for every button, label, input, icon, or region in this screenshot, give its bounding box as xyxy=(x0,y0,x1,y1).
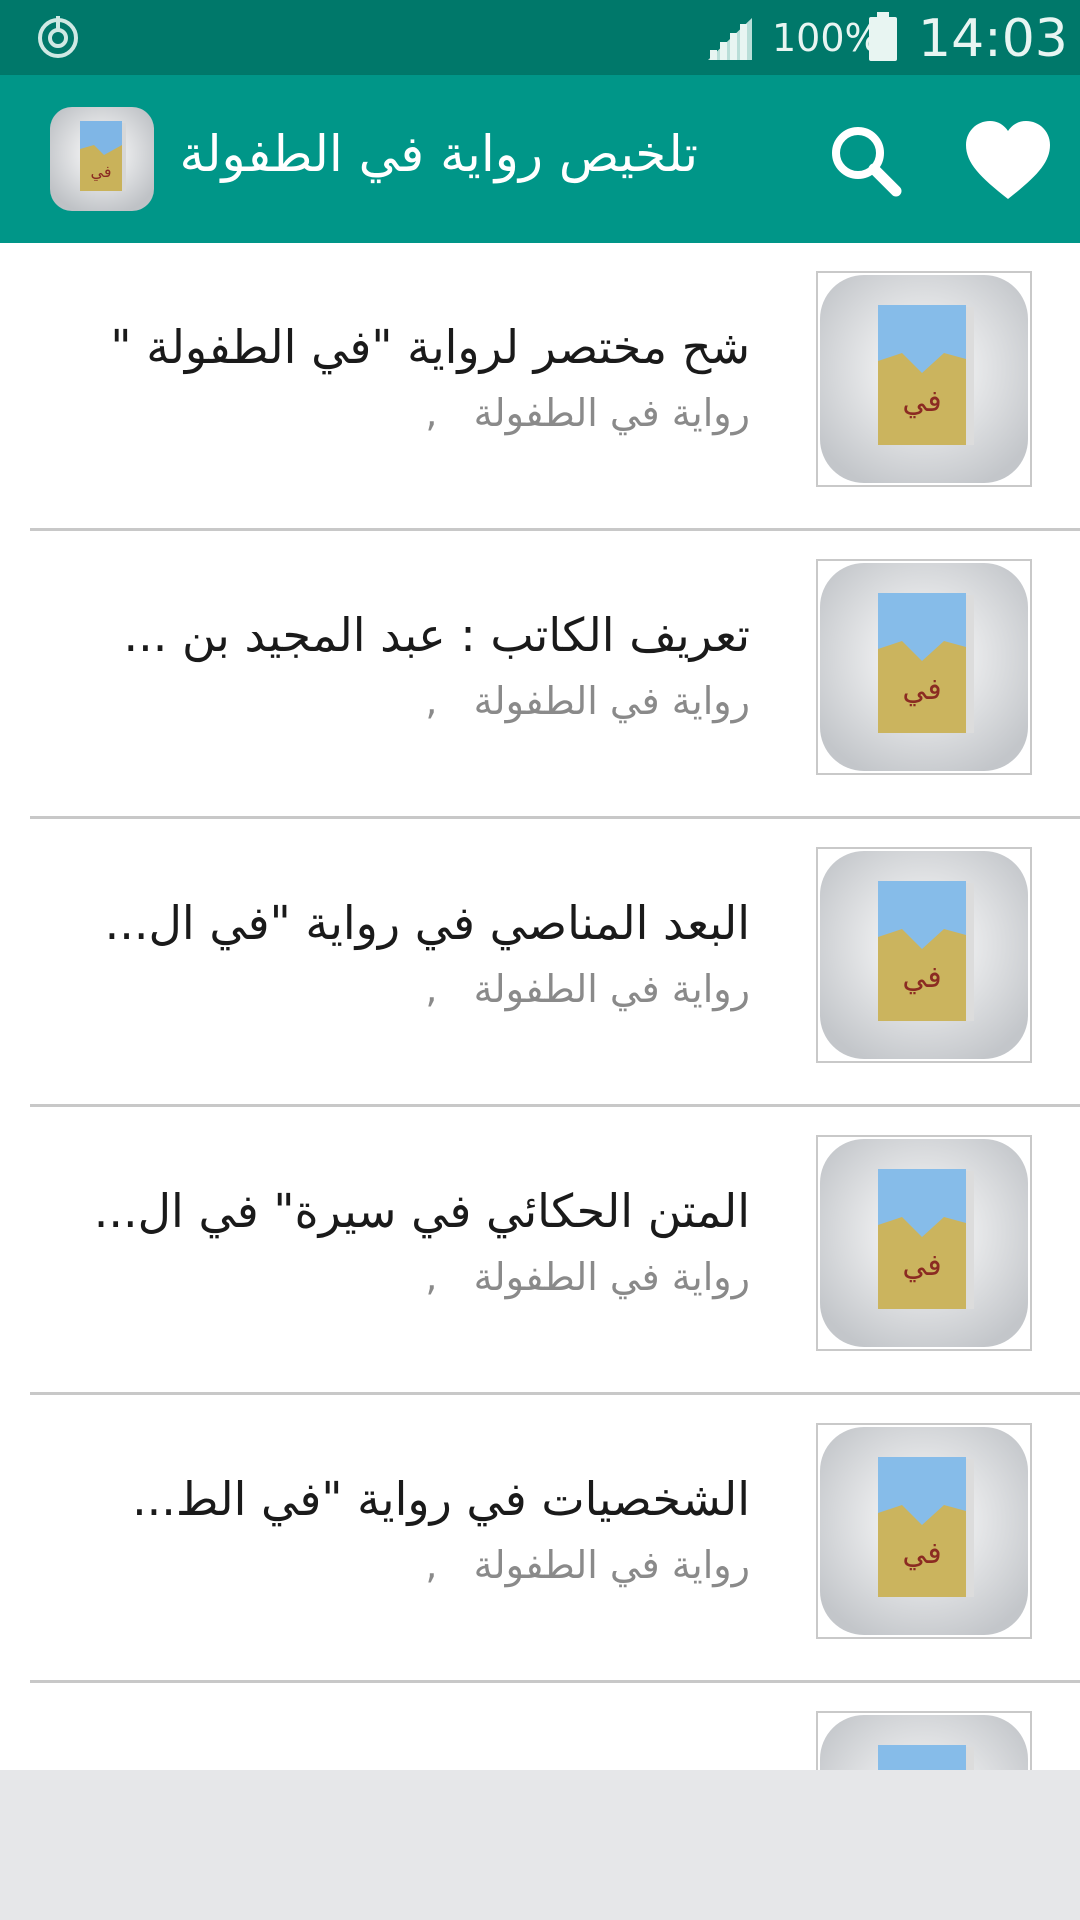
book-cover-thumbnail: في xyxy=(816,271,1032,487)
item-subtitle: رواية في الطفولة , xyxy=(425,1543,750,1587)
item-title: البعد المناصي في رواية "في ال... xyxy=(104,896,750,950)
status-bar: 100% 14:03 xyxy=(0,0,1080,75)
list-item[interactable]: في xyxy=(0,1683,1080,1770)
book-cover-icon: في xyxy=(820,563,1028,771)
bottom-panel xyxy=(0,1770,1080,1920)
book-cover-icon: في xyxy=(820,1715,1028,1770)
chapter-list[interactable]: في شح مختصر لرواية "في الطفولة " رواية ف… xyxy=(0,243,1080,1770)
heart-icon xyxy=(966,121,1050,199)
book-cover-icon: في xyxy=(820,1427,1028,1635)
item-subtitle: رواية في الطفولة , xyxy=(425,1255,750,1299)
book-cover-thumbnail: في xyxy=(816,559,1032,775)
list-item[interactable]: في شح مختصر لرواية "في الطفولة " رواية ف… xyxy=(0,243,1080,531)
item-title: شح مختصر لرواية "في الطفولة " xyxy=(110,320,750,374)
list-item[interactable]: في المتن الحكائي في سيرة" في ال... رواية… xyxy=(0,1107,1080,1395)
item-title: الشخصيات في رواية "في الط... xyxy=(132,1472,750,1526)
favorite-button[interactable] xyxy=(960,113,1056,209)
list-item[interactable]: في الشخصيات في رواية "في الط... رواية في… xyxy=(0,1395,1080,1683)
svg-text:في: في xyxy=(902,384,941,419)
app-logo[interactable]: في xyxy=(48,105,156,213)
list-item[interactable]: في تعريف الكاتب : عبد المجيد بن ... رواي… xyxy=(0,531,1080,819)
book-cover-icon: في xyxy=(820,1139,1028,1347)
clock: 14:03 xyxy=(918,9,1068,69)
app-bar: في تلخيص رواية في الطفولة xyxy=(0,75,1080,243)
item-subtitle: رواية في الطفولة , xyxy=(425,679,750,723)
book-cover-icon: في xyxy=(820,275,1028,483)
book-cover-thumbnail: في xyxy=(816,847,1032,1063)
svg-text:في: في xyxy=(902,1536,941,1571)
search-button[interactable] xyxy=(818,113,914,209)
app-title: تلخيص رواية في الطفولة xyxy=(179,125,698,183)
item-title: تعريف الكاتب : عبد المجيد بن ... xyxy=(123,608,750,662)
list-item[interactable]: في البعد المناصي في رواية "في ال... رواي… xyxy=(0,819,1080,1107)
battery-icon xyxy=(869,12,897,61)
svg-text:في: في xyxy=(902,1248,941,1283)
item-title xyxy=(30,1753,750,1770)
battery-percent: 100% xyxy=(772,16,881,60)
svg-text:في: في xyxy=(902,672,941,707)
item-subtitle: رواية في الطفولة , xyxy=(425,391,750,435)
signal-icon xyxy=(708,18,752,60)
book-cover-icon: في xyxy=(820,851,1028,1059)
search-icon xyxy=(832,127,902,197)
book-cover-thumbnail: في xyxy=(816,1423,1032,1639)
book-cover-icon: في xyxy=(50,107,154,211)
item-title: المتن الحكائي في سيرة" في ال... xyxy=(93,1184,750,1238)
svg-text:في: في xyxy=(902,960,941,995)
item-subtitle: رواية في الطفولة , xyxy=(425,967,750,1011)
book-cover-thumbnail: في xyxy=(816,1135,1032,1351)
book-cover-thumbnail: في xyxy=(816,1711,1032,1770)
svg-text:في: في xyxy=(91,162,112,182)
sync-icon xyxy=(38,16,78,58)
